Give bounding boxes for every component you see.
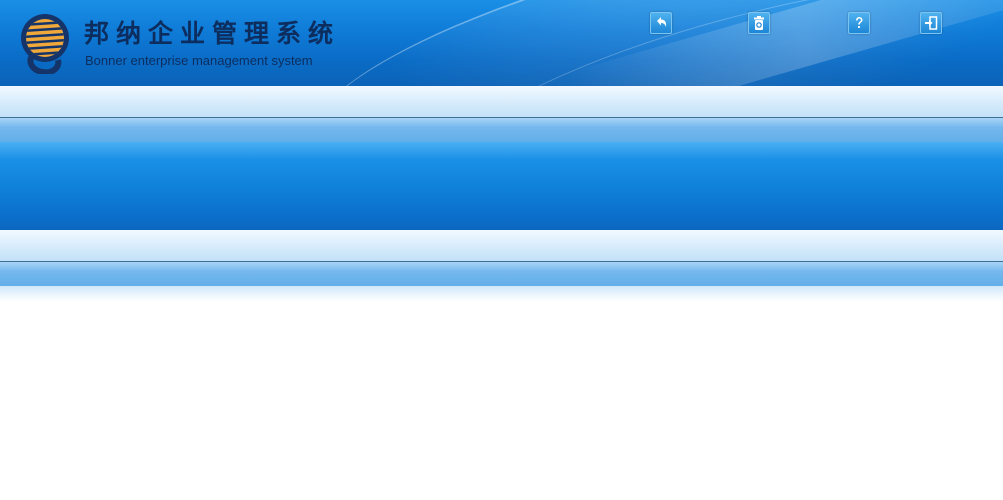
recycle-bin-button[interactable] [748, 12, 770, 34]
banner-band [0, 142, 1003, 230]
help-button[interactable] [848, 12, 870, 34]
sub-band-mid [0, 262, 1003, 286]
app-subtitle: Bonner enterprise management system [85, 53, 313, 68]
logout-icon [925, 16, 938, 30]
band-fade [0, 286, 1003, 302]
nav-band-light [0, 86, 1003, 117]
content-area [0, 302, 1003, 500]
app-title: 邦纳企业管理系统 [84, 19, 341, 48]
company-logo [21, 14, 69, 74]
sub-band-light [0, 230, 1003, 261]
logout-button[interactable] [920, 12, 942, 34]
nav-band-mid [0, 118, 1003, 142]
recycle-bin-icon [754, 16, 764, 30]
help-icon [856, 17, 863, 28]
back-button[interactable] [650, 12, 672, 34]
back-arrow-icon [657, 17, 667, 27]
app-header: 邦纳企业管理系统 Bonner enterprise management sy… [0, 0, 1003, 86]
